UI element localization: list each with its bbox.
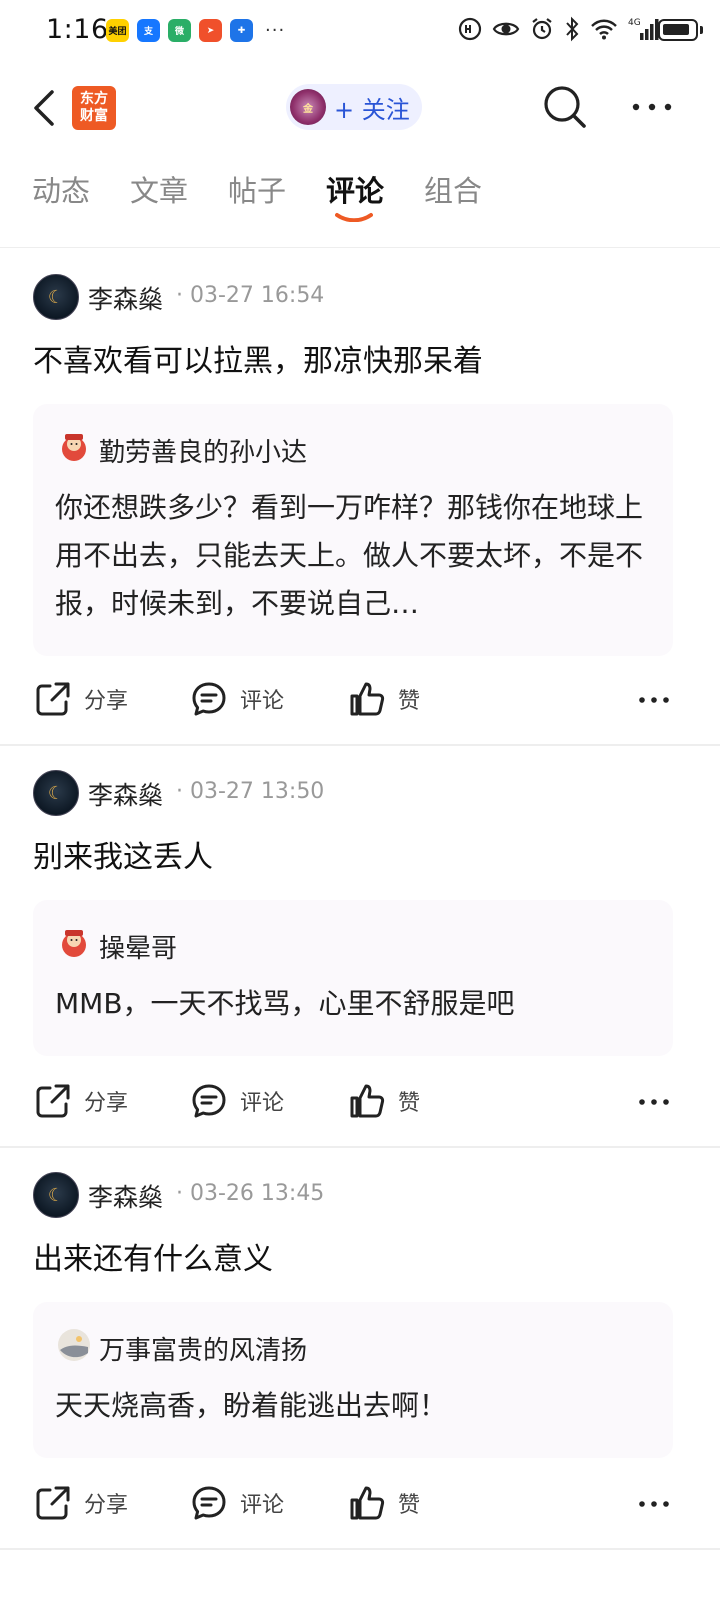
quoted-post[interactable]: 万事富贵的风清扬 天天烧高香，盼着能逃出去啊！ xyxy=(33,1302,673,1458)
quoted-post[interactable]: 勤劳善良的孙小达 你还想跌多少？看到一万咋样？那钱你在地球上用不出去，只能去天上… xyxy=(33,404,673,656)
quoted-text: 天天烧高香，盼着能逃出去啊！ xyxy=(55,1389,448,1422)
comment-button[interactable]: 评论 xyxy=(190,680,284,718)
author-avatar[interactable]: ☾ xyxy=(33,1172,79,1218)
author-name[interactable]: 李森燊 xyxy=(88,776,163,812)
like-label: 赞 xyxy=(398,1493,421,1518)
tab-comments[interactable]: 评论 xyxy=(326,168,384,210)
share-button[interactable]: 分享 xyxy=(34,1484,128,1522)
landscape-avatar-icon xyxy=(58,1329,90,1361)
comment-icon xyxy=(192,682,226,716)
thumbs-up-icon xyxy=(350,1486,385,1520)
comment-card[interactable]: ☾ 李森燊 · 03-27 16:54 不喜欢看可以拉黑，那凉快那呆着 勤劳善良… xyxy=(0,274,720,744)
share-label: 分享 xyxy=(84,1493,129,1518)
action-bar: 分享 评论 赞 xyxy=(0,1474,720,1534)
like-button[interactable]: 赞 xyxy=(348,680,420,718)
author-avatar[interactable]: ☾ xyxy=(33,274,79,320)
share-button[interactable]: 分享 xyxy=(34,680,128,718)
comment-text[interactable]: 别来我这丢人 xyxy=(33,832,213,876)
hd-call-icon xyxy=(458,17,482,41)
quoted-text: MMB，一天不找骂，心里不舒服是吧 xyxy=(55,987,515,1020)
bluetooth-icon xyxy=(566,16,579,42)
more-icon[interactable] xyxy=(638,1488,670,1520)
comment-card[interactable]: ☾ 李森燊 · 03-27 13:50 别来我这丢人 操晕哥 MMB，一天不找骂… xyxy=(0,770,720,1146)
like-label: 赞 xyxy=(398,689,421,714)
like-button[interactable]: 赞 xyxy=(348,1082,420,1120)
author-name[interactable]: 李森燊 xyxy=(88,1178,163,1214)
battery-icon xyxy=(658,19,703,41)
divider xyxy=(0,1146,720,1148)
user-avatar: 金 xyxy=(290,89,326,125)
comment-icon xyxy=(192,1084,226,1118)
comment-label: 评论 xyxy=(240,1493,285,1518)
comment-text[interactable]: 出来还有什么意义 xyxy=(33,1234,273,1278)
quoted-author[interactable]: 操晕哥 xyxy=(99,928,177,965)
logo-line-1: 东方 xyxy=(80,91,108,107)
quoted-post[interactable]: 操晕哥 MMB，一天不找骂，心里不舒服是吧 xyxy=(33,900,673,1056)
more-options-icon[interactable] xyxy=(630,84,674,130)
puzzle-app-icon: ✚ xyxy=(230,19,253,42)
comment-button[interactable]: 评论 xyxy=(190,1484,284,1522)
share-label: 分享 xyxy=(84,689,129,714)
comment-card[interactable]: ☾ 李森燊 · 03-26 13:45 出来还有什么意义 万事富贵的风清扬 天天… xyxy=(0,1172,720,1572)
like-label: 赞 xyxy=(398,1091,421,1116)
author-avatar[interactable]: ☾ xyxy=(33,770,79,816)
god-of-wealth-avatar-icon xyxy=(62,930,86,957)
system-icons: 4G xyxy=(458,16,660,42)
status-bar: 1:16 美团 支 微 ➤ ✚ ··· 4G xyxy=(0,0,720,64)
more-icon[interactable] xyxy=(638,1086,670,1118)
tab-portfolio[interactable]: 组合 xyxy=(424,168,482,210)
comment-button[interactable]: 评论 xyxy=(190,1082,284,1120)
tab-dynamics[interactable]: 动态 xyxy=(32,168,90,210)
share-label: 分享 xyxy=(84,1091,129,1116)
quoted-text: 你还想跌多少？看到一万咋样？那钱你在地球上用不出去，只能去天上。做人不要太坏，不… xyxy=(55,491,644,620)
comment-label: 评论 xyxy=(240,1091,285,1116)
meituan-icon: 美团 xyxy=(106,19,129,42)
wifi-icon xyxy=(591,19,617,40)
divider xyxy=(0,744,720,746)
logo-line-2: 财富 xyxy=(80,108,108,124)
divider xyxy=(0,1548,720,1550)
quoted-author[interactable]: 勤劳善良的孙小达 xyxy=(99,432,307,469)
back-icon[interactable] xyxy=(28,86,60,130)
like-button[interactable]: 赞 xyxy=(348,1484,420,1522)
wechat-icon: 微 xyxy=(168,19,191,42)
post-date: · 03-26 13:45 xyxy=(176,1181,325,1206)
search-icon[interactable] xyxy=(542,84,588,130)
comment-text[interactable]: 不喜欢看可以拉黑，那凉快那呆着 xyxy=(33,336,483,380)
status-time: 1:16 xyxy=(46,14,109,45)
alipay-icon: 支 xyxy=(137,19,160,42)
post-date: · 03-27 16:54 xyxy=(176,283,325,308)
signal-icon: 4G xyxy=(628,18,659,40)
action-bar: 分享 评论 赞 xyxy=(0,670,720,730)
notification-app-icons: 美团 支 微 ➤ ✚ ··· xyxy=(106,19,285,42)
comment-label: 评论 xyxy=(240,689,285,714)
more-icon[interactable] xyxy=(638,684,670,716)
share-icon xyxy=(36,682,70,716)
network-type-label: 4G xyxy=(628,18,641,28)
action-bar: 分享 评论 赞 xyxy=(0,1072,720,1132)
thumbs-up-icon xyxy=(350,1084,385,1118)
author-name[interactable]: 李森燊 xyxy=(88,280,163,316)
eye-icon xyxy=(492,22,520,36)
app-logo[interactable]: 东方 财富 xyxy=(72,86,116,130)
tab-posts[interactable]: 帖子 xyxy=(228,168,286,210)
share-icon xyxy=(36,1486,70,1520)
send-app-icon: ➤ xyxy=(199,19,222,42)
comment-icon xyxy=(192,1486,226,1520)
share-button[interactable]: 分享 xyxy=(34,1082,128,1120)
tab-bar: 动态 文章 帖子 评论 组合 xyxy=(0,154,720,248)
follow-button[interactable]: 金 + 关注 xyxy=(286,84,422,130)
quoted-author[interactable]: 万事富贵的风清扬 xyxy=(99,1330,307,1367)
share-icon xyxy=(36,1084,70,1118)
god-of-wealth-avatar-icon xyxy=(62,434,86,461)
tab-articles[interactable]: 文章 xyxy=(130,168,188,210)
alarm-icon xyxy=(532,18,552,40)
follow-label: + 关注 xyxy=(334,95,410,124)
active-tab-indicator xyxy=(335,213,373,222)
more-notifications-icon: ··· xyxy=(265,20,286,41)
post-date: · 03-27 13:50 xyxy=(176,779,325,804)
thumbs-up-icon xyxy=(350,682,385,716)
top-bar: 东方 财富 金 + 关注 xyxy=(0,64,720,154)
